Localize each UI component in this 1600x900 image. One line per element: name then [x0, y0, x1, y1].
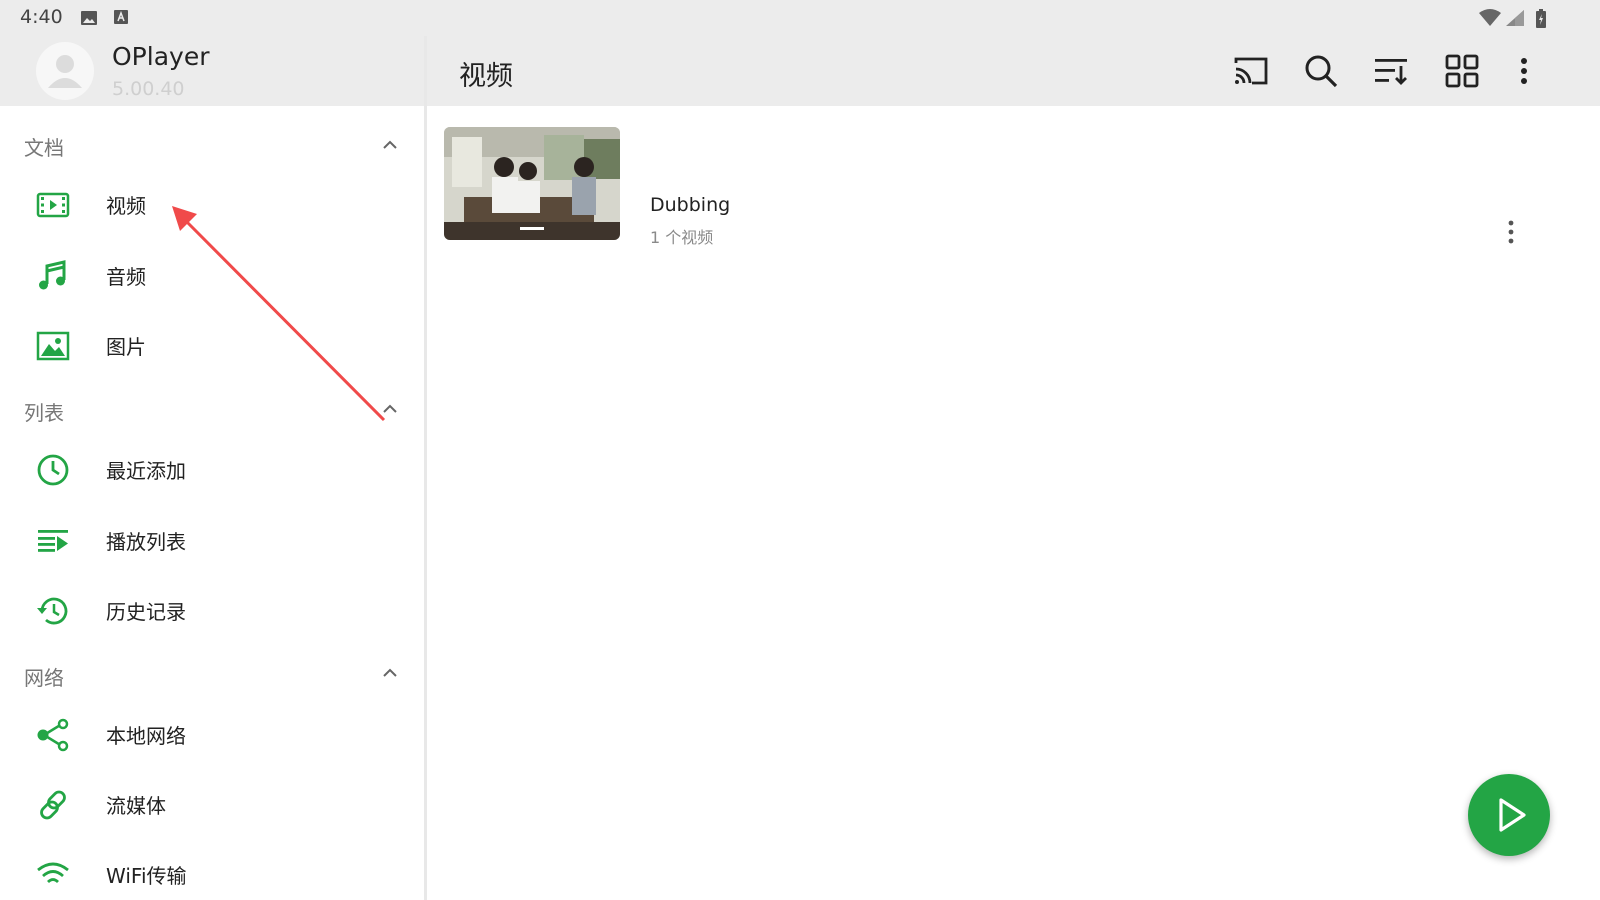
video-icon — [36, 192, 70, 218]
section-label-network: 网络 — [24, 666, 64, 690]
sidebar-item-label: 音频 — [106, 265, 146, 289]
user-avatar-icon — [48, 55, 82, 88]
status-time: 4:40 — [20, 6, 63, 28]
sidebar-item-label: 视频 — [106, 194, 146, 218]
sidebar-item-wifi-transfer[interactable]: WiFi传输 — [0, 844, 424, 900]
more-vert-icon[interactable] — [1505, 52, 1543, 90]
wifi-icon — [37, 862, 69, 884]
sidebar-item-video[interactable]: 视频 — [0, 174, 424, 238]
content-area: Dubbing 1 个视频 — [427, 106, 1600, 900]
signal-status-icon — [1506, 10, 1524, 26]
link-icon — [40, 790, 66, 820]
sidebar-item-label: 播放列表 — [106, 530, 186, 554]
chevron-up-icon[interactable] — [380, 663, 400, 683]
navigation-drawer: OPlayer 5.00.40 文档 视频 音频 图片 列表 最近添加 播放列表… — [0, 36, 424, 900]
video-thumbnail-image — [444, 127, 620, 240]
sidebar-item-local-network[interactable]: 本地网络 — [0, 704, 424, 768]
status-bar: 4:40 — [0, 0, 1600, 36]
sidebar-item-label: 历史记录 — [106, 600, 186, 624]
page-title: 视频 — [459, 61, 513, 92]
wifi-status-icon — [1479, 9, 1501, 26]
more-vert-icon[interactable] — [1499, 218, 1523, 246]
sidebar-item-streaming[interactable]: 流媒体 — [0, 774, 424, 838]
sidebar-item-label: 流媒体 — [106, 794, 166, 818]
app-name: OPlayer — [112, 42, 210, 71]
sidebar-item-audio[interactable]: 音频 — [0, 245, 424, 309]
chevron-up-icon[interactable] — [380, 135, 400, 155]
sidebar-item-label: 图片 — [106, 335, 146, 359]
sidebar-item-images[interactable]: 图片 — [0, 315, 424, 379]
sort-icon[interactable] — [1372, 52, 1410, 90]
keyboard-notification-icon — [114, 10, 128, 24]
drawer-header: OPlayer 5.00.40 — [0, 36, 424, 106]
sidebar-item-label: 最近添加 — [106, 459, 186, 483]
cast-icon[interactable] — [1232, 52, 1270, 90]
photo-notification-icon — [81, 11, 97, 25]
sidebar-item-label: WiFi传输 — [106, 864, 187, 888]
sidebar-item-playlist[interactable]: 播放列表 — [0, 510, 424, 574]
music-icon — [39, 260, 66, 290]
image-icon — [36, 331, 70, 361]
chevron-up-icon[interactable] — [380, 399, 400, 419]
folder-name: Dubbing — [650, 194, 731, 216]
folder-row[interactable]: Dubbing 1 个视频 — [427, 106, 1600, 256]
folder-count: 1 个视频 — [650, 228, 714, 247]
play-fab-button[interactable] — [1468, 774, 1550, 856]
folder-thumbnail — [444, 127, 620, 240]
sidebar-item-label: 本地网络 — [106, 724, 186, 748]
avatar[interactable] — [36, 42, 94, 100]
app-bar: 视频 — [427, 36, 1600, 106]
section-label-lists: 列表 — [24, 401, 64, 425]
app-version: 5.00.40 — [112, 78, 185, 100]
play-icon — [1499, 798, 1526, 832]
playlist-icon — [38, 530, 68, 552]
history-icon — [37, 597, 68, 625]
grid-view-icon[interactable] — [1443, 52, 1481, 90]
sidebar-item-history[interactable]: 历史记录 — [0, 580, 424, 644]
search-icon[interactable] — [1302, 52, 1340, 90]
share-icon — [37, 718, 69, 752]
section-label-documents: 文档 — [24, 136, 64, 160]
battery-status-icon — [1536, 9, 1546, 28]
sidebar-item-recently-added[interactable]: 最近添加 — [0, 439, 424, 503]
clock-icon — [37, 454, 69, 486]
